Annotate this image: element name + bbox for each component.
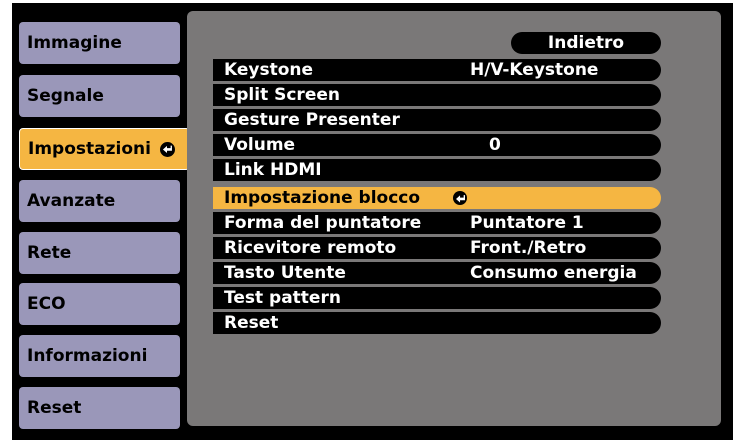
menu-item-label: Tasto Utente	[224, 263, 346, 283]
menu-item-impostazione-blocco[interactable]: Impostazione blocco	[213, 187, 661, 209]
menu-item-label: Keystone	[224, 60, 314, 80]
menu-item-keystone[interactable]: Keystone H/V-Keystone	[213, 59, 661, 81]
menu-item-tasto-utente[interactable]: Tasto Utente Consumo energia	[213, 262, 661, 284]
menu-item-link-hdmi[interactable]: Link HDMI	[213, 159, 661, 181]
menu-item-label: Volume	[224, 135, 296, 155]
menu-item-test-pattern[interactable]: Test pattern	[213, 287, 661, 309]
menu-item-label: Test pattern	[224, 288, 341, 308]
tab-reset[interactable]: Reset	[19, 387, 180, 429]
menu-item-label: Split Screen	[224, 85, 340, 105]
back-button[interactable]: Indietro	[511, 32, 661, 54]
menu-item-label: Reset	[224, 313, 279, 333]
menu-item-reset[interactable]: Reset	[213, 312, 661, 334]
menu-item-volume[interactable]: Volume 0	[213, 134, 661, 156]
menu-item-value: 0	[489, 135, 501, 155]
enter-icon	[159, 141, 175, 157]
tab-rete[interactable]: Rete	[19, 232, 180, 274]
tab-label: ECO	[27, 294, 66, 314]
tab-label: Avanzate	[27, 191, 116, 211]
menu-item-value: H/V-Keystone	[470, 60, 599, 80]
tab-label: Informazioni	[27, 346, 148, 366]
tab-eco[interactable]: ECO	[19, 283, 180, 325]
tab-label: Immagine	[27, 33, 122, 53]
tab-immagine[interactable]: Immagine	[19, 22, 180, 64]
menu-item-split-screen[interactable]: Split Screen	[213, 84, 661, 106]
tab-label: Rete	[27, 243, 72, 263]
menu-item-label: Ricevitore remoto	[224, 238, 397, 258]
menu-item-label: Forma del puntatore	[224, 213, 422, 233]
tab-label: Impostazioni	[28, 139, 151, 159]
menu-item-value: Consumo energia	[470, 263, 637, 283]
tab-impostazioni[interactable]: Impostazioni	[19, 128, 190, 170]
tab-label: Segnale	[27, 86, 104, 106]
menu-item-label: Impostazione blocco	[224, 188, 421, 208]
menu-item-ricevitore-remoto[interactable]: Ricevitore remoto Front./Retro	[213, 237, 661, 259]
menu-item-value: Puntatore 1	[470, 213, 584, 233]
menu-item-label: Gesture Presenter	[224, 110, 400, 130]
tab-label: Reset	[27, 398, 82, 418]
menu-item-label: Link HDMI	[224, 160, 322, 180]
tab-avanzate[interactable]: Avanzate	[19, 180, 180, 222]
menu-item-value: Front./Retro	[470, 238, 587, 258]
enter-icon	[453, 191, 467, 205]
tab-informazioni[interactable]: Informazioni	[19, 335, 180, 377]
tab-segnale[interactable]: Segnale	[19, 75, 180, 117]
menu-item-forma-puntatore[interactable]: Forma del puntatore Puntatore 1	[213, 212, 661, 234]
menu-item-gesture-presenter[interactable]: Gesture Presenter	[213, 109, 661, 131]
